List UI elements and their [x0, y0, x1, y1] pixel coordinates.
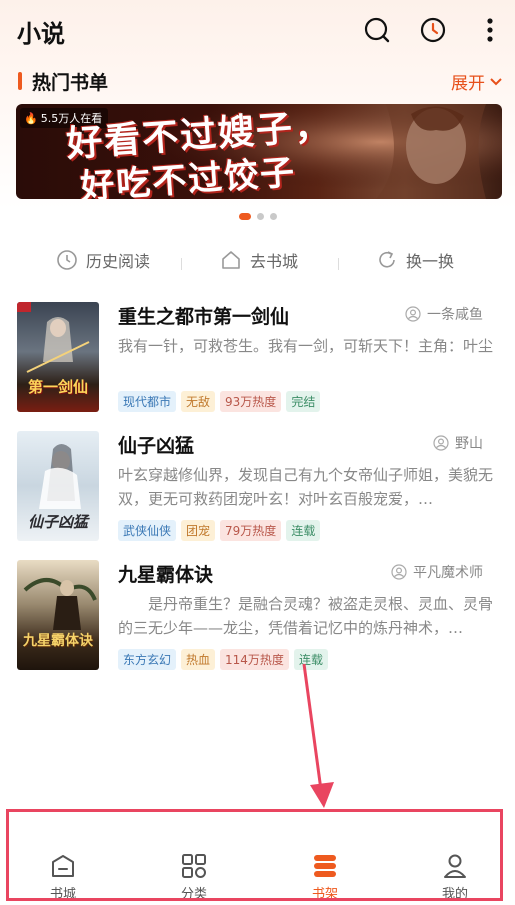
cover-title: 仙子凶猛	[27, 513, 88, 531]
book-description: 我有一针，可救苍生。我有一剑，可斩天下！主角：叶尘	[118, 337, 493, 355]
book-tags: 东方玄幻 热血 114万热度 连载	[118, 649, 328, 670]
expand-label: 展开	[451, 74, 485, 94]
history-reading-label: 历史阅读	[86, 252, 151, 271]
tag: 武侠仙侠	[118, 520, 177, 541]
banner-carousel[interactable]: 🔥 5.5万人在看 好看不过嫂子， 好吃不过饺子	[16, 104, 502, 199]
book-title[interactable]: 重生之都市第一剑仙	[118, 302, 289, 329]
tab-bookstore[interactable]: 书城	[28, 852, 98, 902]
tab-profile[interactable]: 我的	[420, 852, 490, 902]
author-icon	[405, 306, 421, 322]
carousel-dot[interactable]	[238, 212, 251, 220]
cover-title: 第一剑仙	[27, 378, 88, 396]
category-icon	[182, 854, 206, 878]
carousel-indicator	[0, 211, 515, 221]
tab-label: 书架	[311, 887, 338, 902]
book-author: 平凡魔术师	[391, 562, 483, 582]
book-author: 一条咸鱼	[405, 304, 483, 324]
go-bookstore-button[interactable]: 去书城	[220, 248, 298, 272]
author-name: 一条咸鱼	[427, 307, 483, 323]
tab-category[interactable]: 分类	[159, 852, 229, 902]
expand-button[interactable]: 展开	[451, 69, 503, 94]
refresh-button[interactable]: 换一换	[376, 248, 454, 272]
app-header: 小说	[0, 0, 515, 62]
divider	[338, 258, 339, 270]
book-item[interactable]: 第一剑仙 重生之都市第一剑仙 一条咸鱼 我有一针，可救苍生。我有一剑，可斩天下！…	[0, 302, 515, 422]
section-accent-bar	[18, 72, 22, 90]
book-cover[interactable]: 九星霸体诀	[17, 560, 99, 670]
tag: 114万热度	[220, 649, 289, 670]
tag: 完结	[286, 391, 321, 412]
bottom-tab-bar: 书城 分类 书架 我的	[0, 845, 515, 905]
clock-icon	[57, 250, 77, 270]
tag: 79万热度	[220, 520, 282, 541]
book-cover[interactable]: 第一剑仙	[17, 302, 99, 412]
section-header: 热门书单 展开	[0, 66, 515, 96]
author-icon	[391, 564, 407, 580]
book-item[interactable]: 仙子凶猛 仙子凶猛 野山 叶玄穿越修仙界，发现自己有九个女帝仙子师姐，美貌无双，…	[0, 431, 515, 551]
refresh-icon	[379, 251, 395, 268]
carousel-dot[interactable]	[256, 212, 264, 220]
home-icon	[222, 251, 240, 269]
tag: 现代都市	[118, 391, 177, 412]
tab-label: 我的	[441, 887, 468, 902]
book-author: 野山	[433, 433, 483, 453]
search-icon[interactable]	[361, 14, 393, 46]
book-item[interactable]: 九星霸体诀 九星霸体诀 平凡魔术师 是丹帝重生？是融合灵魂？被盗走灵根、灵血、灵…	[0, 560, 515, 680]
section-title: 热门书单	[32, 72, 109, 94]
author-name: 野山	[455, 436, 483, 452]
tag: 93万热度	[220, 391, 282, 412]
tag: 连载	[286, 520, 321, 541]
history-clock-icon[interactable]	[417, 14, 449, 46]
carousel-dot[interactable]	[269, 212, 277, 220]
divider	[181, 258, 182, 270]
bookstore-icon	[52, 855, 74, 877]
refresh-label: 换一换	[406, 252, 455, 271]
flame-icon: 🔥	[24, 111, 38, 125]
book-tags: 武侠仙侠 团宠 79万热度 连载	[118, 520, 321, 541]
cover-art	[23, 578, 97, 630]
author-icon	[433, 435, 449, 451]
profile-icon	[444, 854, 466, 878]
chevron-down-icon	[490, 77, 502, 85]
tag: 热血	[181, 649, 216, 670]
quick-actions: 历史阅读 去书城 换一换	[0, 248, 515, 280]
book-tags: 现代都市 无敌 93万热度 完结	[118, 391, 321, 412]
tab-label: 分类	[180, 887, 207, 902]
bookshelf-icon	[314, 855, 336, 877]
tag: 无敌	[181, 391, 216, 412]
book-cover[interactable]: 仙子凶猛	[17, 431, 99, 541]
go-bookstore-label: 去书城	[250, 252, 299, 271]
app-title: 小说	[17, 20, 65, 48]
tab-label: 书城	[49, 887, 76, 902]
history-reading-button[interactable]: 历史阅读	[56, 248, 150, 272]
tab-bookshelf[interactable]: 书架	[290, 852, 360, 902]
book-description: 叶玄穿越修仙界，发现自己有九个女帝仙子师姐，美貌无双，更无可救药团宠叶玄！对叶玄…	[118, 466, 493, 508]
more-vertical-icon[interactable]	[474, 14, 506, 46]
book-title[interactable]: 九星霸体诀	[118, 560, 213, 587]
book-title[interactable]: 仙子凶猛	[118, 431, 194, 458]
author-name: 平凡魔术师	[413, 565, 483, 581]
tag: 连载	[293, 649, 328, 670]
book-description: 是丹帝重生？是融合灵魂？被盗走灵根、灵血、灵骨的三无少年——龙尘，凭借着记忆中的…	[118, 595, 493, 637]
tag: 东方玄幻	[118, 649, 177, 670]
cover-title: 九星霸体诀	[23, 633, 93, 649]
tag: 团宠	[181, 520, 216, 541]
